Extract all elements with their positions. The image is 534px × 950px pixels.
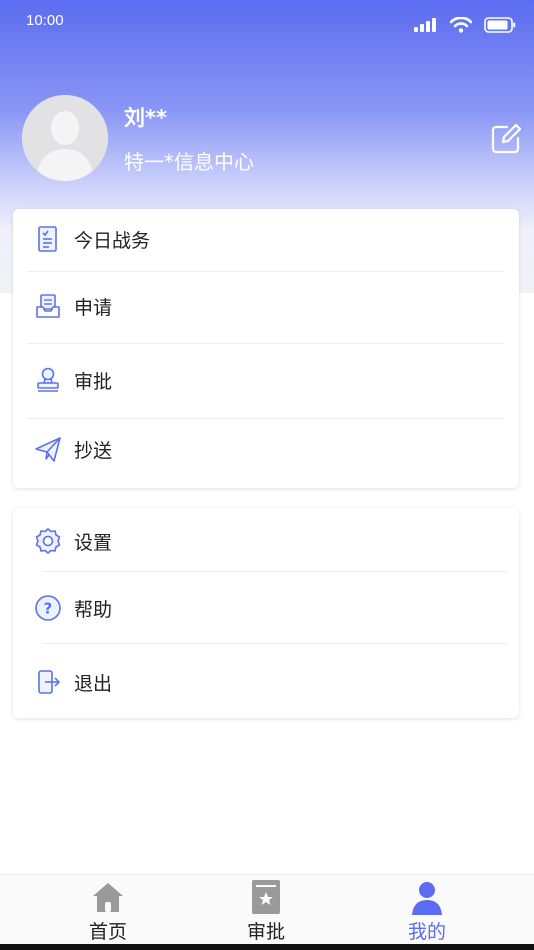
menu-item-logout[interactable]: 退出: [13, 657, 519, 707]
signal-icon: [414, 18, 436, 32]
menu-item-cc[interactable]: 抄送: [13, 424, 519, 474]
status-time: 10:00: [26, 12, 64, 29]
logout-icon: [34, 668, 62, 696]
tab-approval[interactable]: 审批: [206, 875, 326, 945]
menu-label: 退出: [74, 672, 113, 695]
approval-doc-icon: [248, 879, 284, 915]
default-avatar-icon: [22, 95, 108, 181]
divider: [27, 418, 504, 419]
menu-label: 设置: [74, 531, 113, 554]
tab-home[interactable]: 首页: [48, 875, 168, 945]
menu-item-apply[interactable]: 申请: [13, 281, 519, 331]
home-icon: [90, 879, 126, 915]
avatar[interactable]: [22, 95, 108, 181]
menu-label: 今日战务: [74, 229, 151, 252]
help-circle-icon: ?: [34, 594, 62, 622]
tab-label: 首页: [88, 921, 127, 943]
menu-card-primary: 今日战务 申请 审批 抄送: [13, 209, 519, 488]
wifi-icon: [450, 17, 472, 33]
home-indicator: [0, 944, 534, 950]
divider: [27, 343, 504, 344]
stamp-icon: [34, 366, 62, 394]
bottom-tab-bar: 首页 审批 我的: [0, 874, 534, 944]
tab-mine[interactable]: 我的: [367, 875, 487, 945]
tab-label: 我的: [407, 921, 446, 943]
status-icons: [414, 15, 516, 35]
battery-icon: [484, 17, 516, 33]
svg-text:?: ?: [44, 600, 53, 618]
inbox-document-icon: [34, 292, 62, 320]
edit-profile-button[interactable]: [490, 123, 522, 155]
menu-label: 帮助: [74, 598, 113, 621]
divider: [27, 271, 504, 272]
profile-header: 刘** 特一*信息中心: [0, 90, 534, 190]
menu-label: 抄送: [74, 439, 113, 462]
clipboard-checklist-icon: [34, 225, 62, 253]
status-bar: 10:00: [0, 0, 534, 44]
user-department: 特一*信息中心: [124, 150, 254, 174]
paper-plane-icon: [34, 435, 62, 463]
menu-item-help[interactable]: ? 帮助: [13, 583, 519, 633]
menu-item-settings[interactable]: 设置: [13, 516, 519, 566]
divider: [43, 643, 508, 644]
gear-icon: [34, 527, 62, 555]
menu-label: 申请: [74, 296, 113, 319]
tab-label: 审批: [246, 921, 285, 943]
edit-icon: [491, 123, 522, 154]
menu-item-approve[interactable]: 审批: [13, 355, 519, 405]
divider: [43, 571, 508, 572]
menu-label: 审批: [74, 370, 113, 393]
menu-item-today-tasks[interactable]: 今日战务: [13, 214, 519, 264]
user-name: 刘**: [124, 106, 167, 130]
menu-card-secondary: 设置 ? 帮助 退出: [13, 508, 519, 718]
user-icon: [409, 879, 445, 915]
